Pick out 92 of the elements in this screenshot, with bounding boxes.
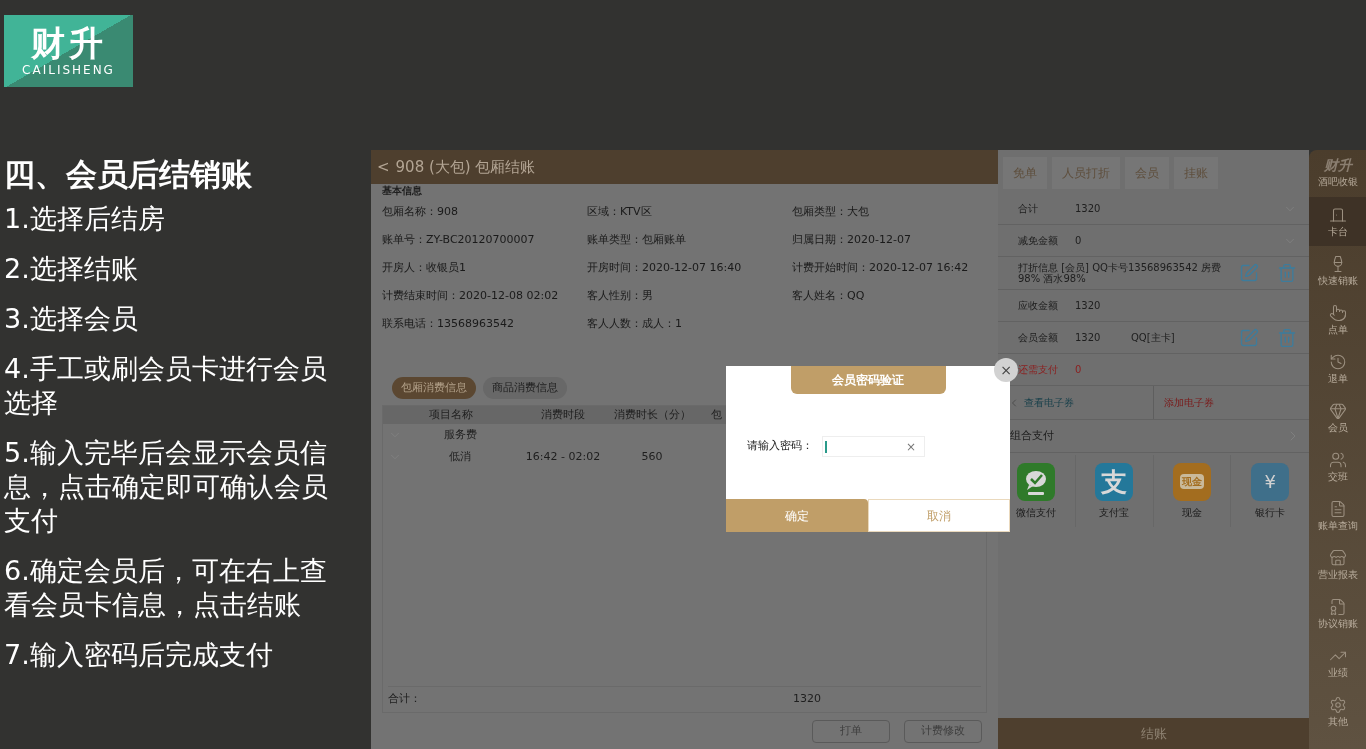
info-field: 客人人数：成人：1: [587, 310, 792, 338]
info-field: 计费开始时间：2020-12-07 16:42: [792, 254, 992, 282]
view-coupons-link[interactable]: 查看电子券: [1024, 395, 1074, 410]
column-header: 消费时长（分）: [612, 406, 692, 423]
sidebar-item[interactable]: 卡台: [1309, 197, 1366, 246]
column-header: 项目名称: [427, 406, 474, 423]
step-text: 4.手工或刷会员卡进行会员选择: [4, 352, 328, 420]
payment-option[interactable]: ¥ 银行卡: [1231, 455, 1309, 527]
info-field: 账单类型：包厢账单: [587, 226, 792, 254]
summary-label: 减免金额: [1018, 234, 1059, 248]
table-cell-text: 560: [640, 448, 664, 465]
password-label: 请输入密码：: [747, 438, 813, 455]
summary-label: 会员金额: [1018, 331, 1059, 345]
member-card-name: QQ[主卡]: [1131, 331, 1175, 345]
info-field: 计费结束时间：2020-12-08 02:02: [382, 282, 587, 310]
edit-icon[interactable]: [1239, 263, 1259, 283]
section-heading: 基本信息: [382, 184, 423, 198]
chat-bubble-check-icon: [1017, 462, 1056, 501]
sidebar-item[interactable]: 营业报表: [1309, 540, 1366, 589]
table-cell-text: 低消: [448, 448, 472, 465]
sidebar-item[interactable]: 退单: [1309, 344, 1366, 393]
sidebar-item[interactable]: 业绩: [1309, 638, 1366, 687]
info-field: 客人性别：男: [587, 282, 792, 310]
door-icon: [1328, 206, 1347, 224]
pointing-hand-icon: [1328, 304, 1347, 322]
summary-value: 0: [1075, 363, 1083, 377]
summary-value: 1320: [1075, 331, 1102, 345]
info-field: 开房人：收银员1: [382, 254, 587, 282]
settings-icon: [1328, 696, 1347, 714]
column-header: 包: [709, 406, 723, 423]
info-field: 联系电话：13568963542: [382, 310, 587, 338]
step-text: 3.选择会员: [4, 302, 139, 336]
delete-icon[interactable]: [1277, 263, 1297, 283]
back-button[interactable]: <: [377, 155, 390, 179]
info-field: 客人姓名：QQ: [792, 282, 992, 310]
alipay-icon: 支: [1095, 462, 1134, 501]
bank-card-icon: ¥: [1251, 462, 1290, 501]
sidebar-item[interactable]: 快速销账: [1309, 246, 1366, 295]
summary-label: 还需支付: [1018, 363, 1059, 377]
users-icon: [1328, 451, 1347, 469]
sidebar-item[interactable]: 协议销账: [1309, 589, 1366, 638]
slide-title: 四、会员后结销账: [4, 155, 253, 194]
step-text: 7.输入密码后完成支付: [4, 638, 274, 672]
info-field: 包厢类型：大包: [792, 198, 992, 226]
password-field[interactable]: ×: [822, 436, 925, 457]
checkout-button[interactable]: 结账: [998, 718, 1309, 749]
table-cell-text: 16:42 - 02:02: [524, 448, 602, 465]
summary-value: 1320: [1075, 202, 1102, 216]
summary-label: 应收金额: [1018, 299, 1059, 313]
history-icon: [1328, 353, 1347, 371]
tab[interactable]: 商品消费信息: [483, 377, 567, 399]
page-title: 908 (大包) 包厢结账: [395, 156, 536, 178]
step-text: 2.选择结账: [4, 252, 139, 286]
info-field: 归属日期：2020-12-07: [792, 226, 992, 254]
column-header: 消费时段: [540, 406, 586, 423]
tab[interactable]: 包厢消费信息: [392, 377, 476, 399]
store-icon: [1328, 549, 1347, 567]
summary-value: 0: [1075, 234, 1083, 248]
info-field: 包厢名称：908: [382, 198, 587, 226]
table-cell-text: 服务费: [442, 426, 478, 443]
clear-button[interactable]: ×: [905, 437, 922, 456]
summary-value: 1320: [1075, 299, 1102, 313]
summary-label: 合计: [1018, 202, 1039, 216]
add-coupon-link[interactable]: 添加电子券: [1154, 395, 1214, 410]
sidebar-item[interactable]: 交班: [1309, 442, 1366, 491]
sidebar-item[interactable]: 其他: [1309, 687, 1366, 736]
step-text: 1.选择后结房: [4, 202, 166, 236]
brand-subtitle: 酒吧收银: [1317, 175, 1358, 189]
info-field: 开房时间：2020-12-07 16:40: [587, 254, 792, 282]
dialog-title: 会员密码验证: [790, 366, 946, 394]
confirm-button[interactable]: 确定: [726, 499, 868, 532]
edit-icon[interactable]: [1239, 327, 1259, 348]
info-field: 账单号：ZY-BC20120700007: [382, 226, 587, 254]
total-value: 1320: [793, 691, 821, 708]
info-field: 区域：KTV区: [587, 198, 792, 226]
total-label: 合计：: [388, 691, 422, 708]
gem-icon: [1328, 402, 1347, 420]
sidebar-item[interactable]: 会员: [1309, 393, 1366, 442]
step-text: 6.确定会员后，可在右上查看会员卡信息，点击结账: [4, 554, 328, 622]
discount-info: 打折信息 [会员] QQ卡号13568963542 房费98% 酒水98%: [1018, 262, 1223, 284]
badge-document-icon: [1328, 598, 1347, 616]
payment-option[interactable]: 支 支付宝: [1075, 455, 1154, 527]
logo: 财升 CAILISHENG: [4, 15, 133, 87]
cancel-button[interactable]: 取消: [868, 499, 1010, 532]
step-text: 5.输入完毕后会显示会员信息，点击确定即可确认会员支付: [4, 436, 329, 538]
payment-option[interactable]: 现金 现金: [1153, 455, 1232, 527]
sidebar-item[interactable]: 点单: [1309, 295, 1366, 344]
delete-icon[interactable]: [1277, 327, 1297, 348]
document-icon: [1328, 500, 1347, 518]
sidebar-item[interactable]: 账单查询: [1309, 491, 1366, 540]
cash-icon: 现金: [1172, 462, 1211, 501]
brand-name: 财升: [1323, 158, 1352, 172]
